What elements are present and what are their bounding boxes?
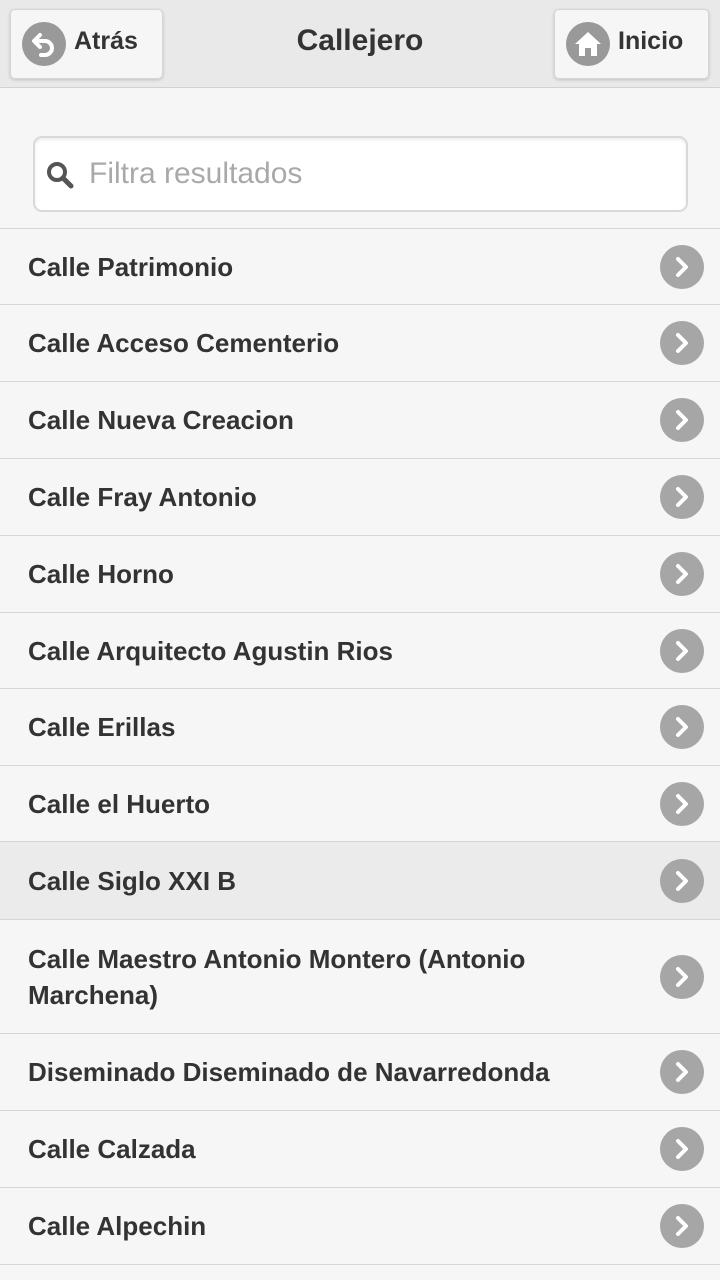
list-item-label: Calle el Huerto bbox=[28, 788, 211, 819]
list-item-label: Calle Nueva Creacion bbox=[28, 405, 294, 435]
street-list: Calle Patrimonio Calle Acceso Cementerio C… bbox=[0, 229, 720, 1265]
chevron-right-icon bbox=[660, 1127, 704, 1171]
chevron-right-icon bbox=[660, 954, 704, 999]
chevron-right-icon bbox=[660, 1050, 704, 1094]
list-item[interactable]: Calle Siglo XXI B bbox=[0, 842, 720, 920]
chevron-right-icon bbox=[660, 475, 704, 519]
list-item-label: Calle Horno bbox=[28, 559, 174, 589]
list-item-label: Diseminado Diseminado de Navarredonda bbox=[28, 1057, 550, 1087]
back-button-label: Atrás bbox=[74, 26, 138, 55]
list-item-label: Calle Fray Antonio bbox=[28, 482, 257, 512]
list-item[interactable]: Calle Erillas bbox=[0, 689, 720, 766]
search-input[interactable] bbox=[89, 146, 674, 202]
page-title: Callejero bbox=[296, 24, 424, 57]
search-bar-container bbox=[0, 88, 720, 229]
list-item-label: Calle Arquitecto Agustin Rios bbox=[28, 635, 393, 666]
list-item-label: Calle Siglo XXI B bbox=[28, 865, 237, 896]
home-button[interactable]: Inicio bbox=[554, 9, 709, 79]
list-item-label: Calle Calzada bbox=[28, 1134, 196, 1164]
chevron-right-icon bbox=[660, 321, 704, 365]
chevron-right-icon bbox=[660, 781, 704, 826]
list-item[interactable]: Diseminado Diseminado de Navarredonda bbox=[0, 1034, 720, 1111]
list-item-label: Calle Alpechin bbox=[28, 1211, 207, 1241]
chevron-right-icon bbox=[660, 705, 704, 749]
list-item[interactable]: Calle Fray Antonio bbox=[0, 459, 720, 536]
chevron-right-icon bbox=[660, 398, 704, 442]
chevron-right-icon bbox=[660, 552, 704, 596]
list-item[interactable]: Calle Maestro Antonio Montero (Antonio M… bbox=[0, 920, 720, 1034]
search-field[interactable] bbox=[33, 136, 688, 212]
list-item[interactable]: Calle Patrimonio bbox=[0, 229, 720, 305]
search-icon bbox=[45, 160, 75, 190]
list-item-label: Calle Patrimonio bbox=[28, 251, 234, 282]
list-item[interactable]: Calle el Huerto bbox=[0, 766, 720, 842]
chevron-right-icon bbox=[660, 1204, 704, 1248]
list-item[interactable]: Calle Acceso Cementerio bbox=[0, 305, 720, 382]
chevron-right-icon bbox=[660, 858, 704, 903]
chevron-right-icon bbox=[660, 628, 704, 673]
list-item[interactable]: Calle Arquitecto Agustin Rios bbox=[0, 613, 720, 689]
chevron-right-icon bbox=[660, 244, 704, 289]
list-item-label: Calle Acceso Cementerio bbox=[28, 328, 340, 358]
home-icon bbox=[566, 22, 610, 66]
list-item[interactable]: Calle Calzada bbox=[0, 1111, 720, 1188]
back-arrow-icon bbox=[22, 22, 66, 66]
list-item-label: Calle Erillas bbox=[28, 712, 176, 742]
list-item[interactable]: Calle Alpechin bbox=[0, 1188, 720, 1265]
list-item[interactable]: Calle Nueva Creacion bbox=[0, 382, 720, 459]
list-item[interactable]: Calle Horno bbox=[0, 536, 720, 613]
list-item-label: Calle Maestro Antonio Montero (Antonio M… bbox=[28, 943, 526, 1010]
home-button-label: Inicio bbox=[618, 26, 684, 55]
back-button[interactable]: Atrás bbox=[10, 9, 163, 79]
header-bar: Atrás Callejero Inicio bbox=[0, 0, 720, 88]
